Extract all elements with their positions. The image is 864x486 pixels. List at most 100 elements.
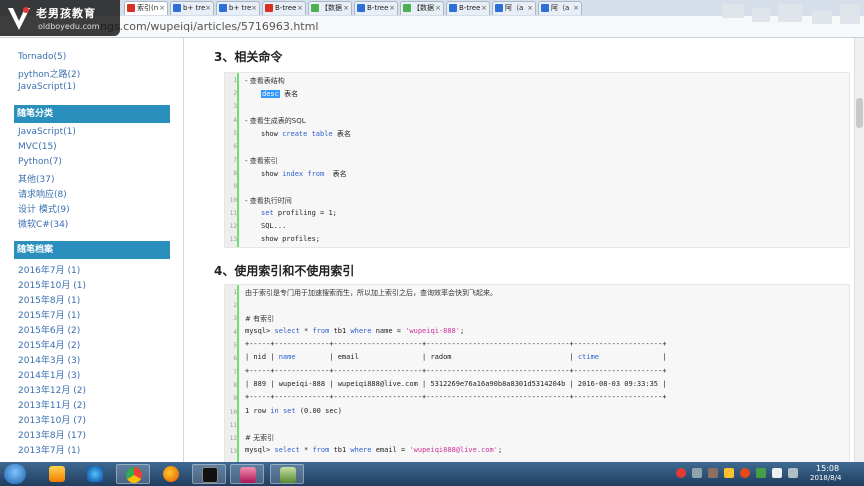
firefox-icon <box>163 466 179 482</box>
sidebar-link[interactable]: JavaScript(1) <box>18 82 76 92</box>
archive-link[interactable]: 2013年11月 (2) <box>18 398 86 411</box>
browser-tab[interactable]: 阿（a × <box>492 1 536 15</box>
line-number: 13 <box>229 236 237 243</box>
close-icon[interactable]: × <box>251 2 257 14</box>
archive-link[interactable]: 2015年10月 (1) <box>18 278 86 291</box>
code-keyword: select <box>274 446 300 454</box>
browser-tab[interactable]: B-tree × <box>262 1 306 15</box>
internet-explorer-icon <box>87 466 103 482</box>
browser-tab[interactable]: 【数据 × <box>308 1 352 15</box>
sidebar-link[interactable]: python之路(2) <box>18 67 80 80</box>
code-text: ; <box>497 446 503 454</box>
category-link[interactable]: 微软C#(34) <box>18 217 68 230</box>
network-icon[interactable] <box>692 468 702 478</box>
close-icon[interactable]: × <box>205 2 211 14</box>
code-text: profiling = 1; <box>273 209 337 217</box>
volume-icon[interactable] <box>788 468 798 478</box>
code-text: | <box>599 353 667 361</box>
url-text[interactable]: ngs.com/wupeiqi/articles/5716963.html <box>100 19 720 35</box>
logo-mark-icon <box>8 7 30 30</box>
archive-link[interactable]: 2016年7月 (1) <box>18 263 80 276</box>
tab-title: 阿（a <box>551 4 570 12</box>
browser-tab[interactable]: B-tree × <box>354 1 398 15</box>
line-number: 8 <box>233 382 237 389</box>
category-link[interactable]: 其他(37) <box>18 172 54 185</box>
taskbar-item[interactable] <box>270 464 304 484</box>
table-border: +-----+-------------+-------------------… <box>245 393 667 401</box>
category-link[interactable]: Python(7) <box>18 157 62 167</box>
scrollbar-thumb[interactable] <box>856 98 863 128</box>
sidebar-link[interactable]: Tornado(5) <box>18 52 66 62</box>
app-tray-icon[interactable] <box>756 468 766 478</box>
tab-favicon-icon <box>219 4 227 12</box>
start-button[interactable] <box>4 464 26 484</box>
taskbar-item[interactable] <box>154 464 188 484</box>
close-icon[interactable]: × <box>297 2 303 14</box>
browser-tab[interactable]: 阿（a × <box>538 1 582 15</box>
archive-link[interactable]: 2015年8月 (1) <box>18 293 80 306</box>
browser-tab[interactable]: B-tree × <box>446 1 490 15</box>
archive-link[interactable]: 2014年3月 (3) <box>18 353 80 366</box>
archive-link[interactable]: 2013年8月 (17) <box>18 428 86 441</box>
tab-favicon-icon <box>357 4 365 12</box>
archive-link[interactable]: 2014年1月 (3) <box>18 368 80 381</box>
close-icon[interactable]: × <box>481 2 487 14</box>
archive-link[interactable]: 2015年6月 (2) <box>18 323 80 336</box>
code-text: | nid | <box>245 353 279 361</box>
close-icon[interactable]: × <box>435 2 441 14</box>
close-icon[interactable]: × <box>573 2 579 14</box>
clock-time[interactable]: 15:08 <box>816 464 839 473</box>
line-number: 7 <box>233 369 237 376</box>
tab-title: B-tree <box>459 4 481 12</box>
browser-tab[interactable]: b+ tre × <box>216 1 260 15</box>
taskbar-item[interactable] <box>40 464 74 484</box>
vertical-scrollbar[interactable] <box>854 38 864 462</box>
code-comment: 由于索引是专门用于加速搜索而生，所以加上索引之后，查询效率会快到飞起来。 <box>245 289 497 297</box>
category-link[interactable]: 设计 模式(9) <box>18 202 70 215</box>
watermark-logo: 老男孩教育 oldboyedu.com <box>0 0 120 36</box>
code-text: show <box>261 130 283 138</box>
sidebar: Tornado(5) python之路(2) JavaScript(1) 随笔分… <box>0 38 180 462</box>
archive-link[interactable]: 2013年7月 (1) <box>18 443 80 456</box>
taskbar-item[interactable] <box>230 464 264 484</box>
category-link[interactable]: 请求响应(8) <box>18 187 67 200</box>
code-keyword: from <box>312 327 330 335</box>
code-keyword: index from <box>282 170 325 178</box>
browser-tab[interactable]: b+ tre × <box>170 1 214 15</box>
browser-tab[interactable]: 【数据 × <box>400 1 444 15</box>
security-icon[interactable] <box>676 468 686 478</box>
code-line: show create table 表名 <box>261 129 351 139</box>
close-icon[interactable]: × <box>527 2 533 14</box>
taskbar-item[interactable] <box>192 464 226 484</box>
close-icon[interactable]: × <box>343 2 349 14</box>
browser-tab[interactable]: 索引(n × <box>124 1 168 15</box>
clock-date[interactable]: 2018/8/4 <box>810 474 841 482</box>
taskbar-item[interactable] <box>116 464 150 484</box>
code-comment: # 无索引 <box>245 434 275 442</box>
close-icon[interactable]: × <box>159 2 165 14</box>
windows-taskbar: 15:08 2018/8/4 <box>0 462 864 486</box>
archive-link[interactable]: 2013年12月 (2) <box>18 383 86 396</box>
code-line: set profiling = 1; <box>261 209 337 217</box>
code-text: mysql> <box>245 327 275 335</box>
code-keyword: where <box>350 327 372 335</box>
line-number: 11 <box>229 422 237 429</box>
taskbar-item[interactable] <box>78 464 112 484</box>
archive-link[interactable]: 2015年7月 (1) <box>18 308 80 321</box>
code-line: mysql> select * from tb1 where name = 'w… <box>245 327 464 335</box>
app-tray-icon[interactable] <box>724 468 734 478</box>
line-number: 12 <box>229 223 237 230</box>
flag-icon[interactable] <box>772 468 782 478</box>
selected-text[interactable]: desc <box>261 90 280 98</box>
category-link[interactable]: MVC(15) <box>18 142 57 152</box>
line-number: 5 <box>233 342 237 349</box>
line-number: 4 <box>233 329 237 336</box>
category-link[interactable]: JavaScript(1) <box>18 127 76 137</box>
app-tray-icon[interactable] <box>708 468 718 478</box>
close-icon[interactable]: × <box>389 2 395 14</box>
line-number: 6 <box>233 143 237 150</box>
archive-link[interactable]: 2015年4月 (2) <box>18 338 80 351</box>
record-icon[interactable] <box>740 468 750 478</box>
archive-link[interactable]: 2013年10月 (7) <box>18 413 86 426</box>
table-row: | 889 | wupeiqi-888 | wupeiqi888@live.co… <box>245 380 667 388</box>
